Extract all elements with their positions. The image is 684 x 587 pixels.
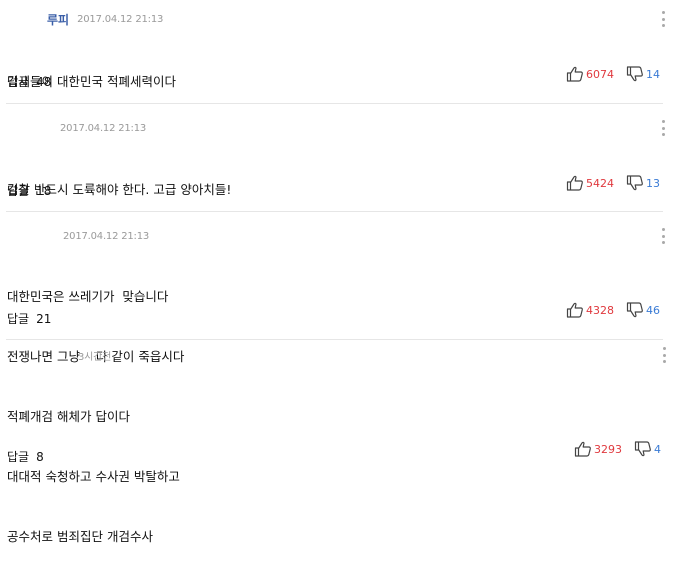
reply-count: 18 <box>36 183 52 198</box>
vote-group: 3293 4 <box>574 441 661 457</box>
thumbs-down-icon <box>626 66 644 82</box>
dislike-button[interactable]: 14 <box>626 66 660 82</box>
comment-header: 2017.04.12 21:13 <box>52 120 146 136</box>
reply-label: 답글 <box>7 312 30 326</box>
vote-group: 6074 14 <box>566 66 660 82</box>
comment-timestamp: 2017.04.12 21:13 <box>60 122 147 134</box>
like-button[interactable]: 6074 <box>566 66 626 82</box>
reply-count: 8 <box>36 449 44 464</box>
dislike-count: 13 <box>646 176 660 190</box>
reply-button[interactable]: 답글 48 <box>7 73 51 90</box>
comment-timestamp: 3시간전 <box>78 351 112 363</box>
reply-button[interactable]: 답글 8 <box>7 448 44 465</box>
thumbs-down-icon <box>634 441 652 457</box>
reply-label: 답글 <box>7 75 30 89</box>
comment-divider <box>6 103 663 104</box>
more-options-icon[interactable] <box>662 347 666 363</box>
comment-header: 2017.04.12 21:13 <box>55 228 149 244</box>
thumbs-down-icon <box>626 175 644 191</box>
like-count: 6074 <box>586 67 614 81</box>
thumbs-up-icon <box>566 175 584 191</box>
more-options-icon[interactable] <box>661 120 665 136</box>
dislike-count: 46 <box>646 303 660 317</box>
comment-header: 3시간전 <box>70 347 111 363</box>
comment-text-line: 적폐개검 해체가 답이다 <box>7 409 130 424</box>
comment-author[interactable]: 루피 <box>47 11 69 28</box>
comment-divider <box>6 339 663 340</box>
reply-label: 답글 <box>7 184 30 198</box>
dislike-count: 14 <box>646 67 660 81</box>
comment-timestamp: 2017.04.12 21:13 <box>63 230 150 242</box>
thumbs-down-icon <box>626 302 644 318</box>
thumbs-up-icon <box>566 66 584 82</box>
reply-button[interactable]: 답글 18 <box>7 182 51 199</box>
reply-count: 48 <box>36 74 52 89</box>
comment-text-line: 대대적 숙청하고 수사권 박탈하고 <box>7 469 180 484</box>
dislike-count: 4 <box>654 442 661 456</box>
thumbs-up-icon <box>566 302 584 318</box>
like-count: 5424 <box>586 176 614 190</box>
dislike-button[interactable]: 13 <box>626 175 660 191</box>
like-button[interactable]: 4328 <box>566 302 626 318</box>
comment-text-line: 대한민국은 쓰레기가 맞습니다 <box>7 289 169 304</box>
comment-text-line: 공수처로 범죄집단 개검수사 <box>7 529 153 544</box>
dislike-button[interactable]: 4 <box>634 441 661 457</box>
like-button[interactable]: 3293 <box>574 441 634 457</box>
comment-text: 적폐개검 해체가 답이다 대대적 숙청하고 수사권 박탈하고 공수처로 범죄집단… <box>7 367 180 587</box>
vote-group: 4328 46 <box>566 302 660 318</box>
dislike-button[interactable]: 46 <box>626 302 660 318</box>
comment-timestamp: 2017.04.12 21:13 <box>77 13 164 25</box>
more-options-icon[interactable] <box>661 11 665 27</box>
reply-button[interactable]: 답글 21 <box>7 310 51 327</box>
more-options-icon[interactable] <box>661 228 665 244</box>
thumbs-up-icon <box>574 441 592 457</box>
comment-divider <box>6 211 663 212</box>
reply-label: 답글 <box>7 450 30 464</box>
comment-header: 루피 2017.04.12 21:13 <box>47 11 163 27</box>
like-count: 4328 <box>586 303 614 317</box>
reply-count: 21 <box>36 311 52 326</box>
vote-group: 5424 13 <box>566 175 660 191</box>
like-button[interactable]: 5424 <box>566 175 626 191</box>
like-count: 3293 <box>594 442 622 456</box>
